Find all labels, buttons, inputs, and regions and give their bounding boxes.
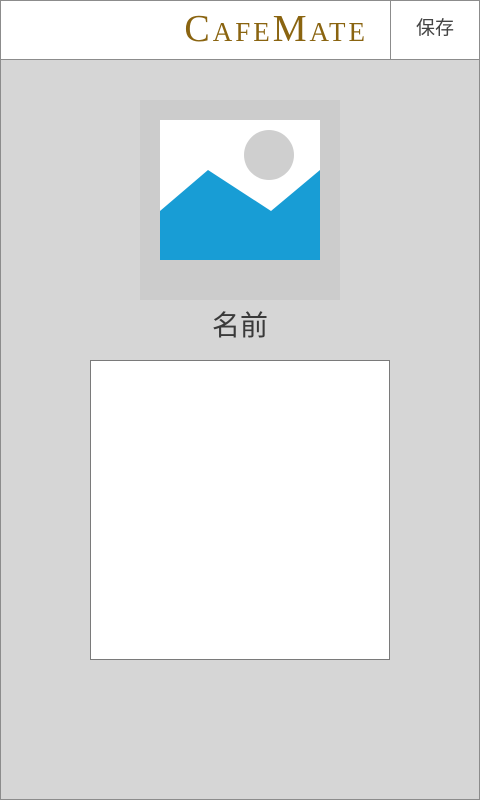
screen: CafeMate 保存 名前: [0, 0, 480, 800]
header-bar: CafeMate 保存: [1, 1, 479, 60]
detail-box[interactable]: [90, 360, 390, 660]
name-label: 名前: [211, 309, 268, 342]
image-placeholder-icon: [160, 120, 320, 260]
app-title: CafeMate: [184, 8, 368, 50]
avatar[interactable]: [140, 100, 340, 300]
save-button[interactable]: 保存: [390, 1, 479, 59]
